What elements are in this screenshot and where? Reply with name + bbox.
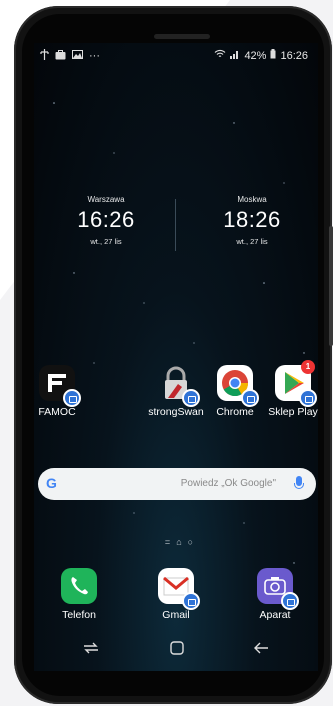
clock-time: 16:26 [77, 207, 135, 232]
clock-city: Warszawa [87, 195, 125, 204]
battery-percent: 42% [244, 49, 267, 62]
app-label: Aparat [259, 609, 291, 621]
menu-lines-icon: = [164, 537, 171, 547]
home-button-icon[interactable] [168, 639, 186, 657]
page-dot-icon: ○ [187, 537, 194, 547]
signal-icon [230, 49, 240, 62]
work-badge-icon [299, 389, 317, 407]
side-button[interactable] [329, 226, 333, 346]
notification-badge: 1 [301, 360, 315, 374]
home-screen: ··· 42% 16:26 Warszawa 16:26 wt., 27 lis… [34, 43, 318, 671]
play-store-icon: 1 [275, 360, 317, 407]
app-label: Sklep Play [268, 406, 318, 418]
earpiece-speaker [154, 34, 210, 39]
chrome-icon [217, 365, 259, 407]
clock-date: wt., 27 lis [90, 237, 122, 246]
famoc-icon [39, 365, 81, 407]
work-badge-icon [281, 592, 299, 610]
image-icon [72, 50, 83, 62]
work-badge-icon [182, 389, 200, 407]
clock-moskwa[interactable]: Moskwa 18:26 wt., 27 lis [192, 195, 312, 246]
search-placeholder: Powiedz „Ok Google" [180, 478, 276, 489]
clock-time: 18:26 [223, 207, 281, 232]
strongswan-icon [158, 365, 200, 407]
google-g-icon: G [46, 475, 57, 491]
wifi-icon [214, 49, 226, 62]
page-indicator: = ⌂ ○ [154, 537, 204, 547]
status-bar: ··· 42% 16:26 [34, 43, 318, 69]
status-time: 16:26 [280, 49, 308, 62]
work-badge-icon [182, 592, 200, 610]
gmail-icon [158, 568, 200, 610]
app-label: Gmail [162, 609, 190, 621]
clock-warszawa[interactable]: Warszawa 16:26 wt., 27 lis [46, 195, 166, 246]
app-gmail[interactable]: Gmail [141, 568, 211, 621]
battery-icon [270, 49, 276, 62]
recent-apps-icon[interactable] [82, 639, 100, 657]
work-profile-icon [55, 49, 66, 63]
usb-icon [40, 49, 49, 63]
app-aparat[interactable]: Aparat [240, 568, 310, 621]
phone-icon [61, 568, 97, 604]
clock-date: wt., 27 lis [236, 237, 268, 246]
app-label: Telefon [62, 609, 96, 621]
work-badge-icon [241, 389, 259, 407]
clock-city: Moskwa [237, 195, 267, 204]
microphone-icon[interactable] [294, 476, 304, 489]
app-sklep-play[interactable]: 1 Sklep Play [258, 360, 318, 418]
home-dot-icon: ⌂ [176, 537, 182, 547]
navigation-bar [34, 633, 318, 663]
back-icon[interactable] [252, 639, 270, 657]
app-label: FAMOC [38, 406, 76, 418]
more-notifications-indicator: ··· [89, 50, 100, 62]
app-famoc[interactable]: FAMOC [34, 365, 92, 418]
work-badge-icon [63, 389, 81, 407]
camera-icon [257, 568, 299, 610]
app-telefon[interactable]: Telefon [44, 568, 114, 621]
clock-divider [175, 199, 176, 251]
google-search-bar[interactable]: G Powiedz „Ok Google" [38, 468, 316, 500]
